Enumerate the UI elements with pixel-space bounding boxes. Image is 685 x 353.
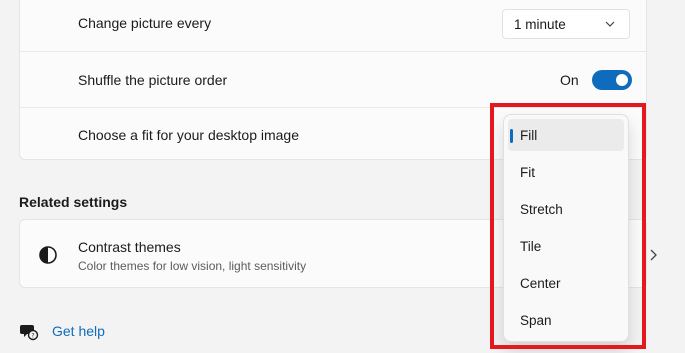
fit-option-label: Stretch (520, 202, 563, 217)
change-picture-row: Change picture every 1 minute (20, 0, 646, 51)
fit-option-label: Span (520, 313, 552, 328)
fit-option-fit[interactable]: Fit (508, 156, 624, 188)
change-picture-dropdown[interactable]: 1 minute (502, 9, 630, 39)
chevron-right-icon (650, 249, 657, 261)
fit-dropdown-flyout: Fill Fit Stretch Tile Center Span (503, 114, 629, 342)
fit-option-label: Fill (520, 128, 538, 143)
selection-indicator (510, 129, 513, 143)
contrast-themes-title: Contrast themes (78, 239, 181, 255)
fit-option-label: Fit (520, 165, 535, 180)
get-help-link[interactable]: Get help (52, 323, 105, 339)
shuffle-label: Shuffle the picture order (78, 72, 228, 88)
contrast-themes-subtitle: Color themes for low vision, light sensi… (78, 259, 307, 273)
fit-option-center[interactable]: Center (508, 267, 624, 299)
change-picture-label: Change picture every (78, 15, 212, 31)
fit-option-tile[interactable]: Tile (508, 230, 624, 262)
fit-option-label: Center (520, 276, 561, 291)
contrast-icon (39, 246, 57, 264)
fit-option-label: Tile (520, 239, 542, 254)
related-settings-heading: Related settings (19, 194, 128, 210)
toggle-knob (616, 74, 628, 86)
chevron-down-icon (605, 21, 615, 27)
shuffle-toggle[interactable] (592, 70, 632, 90)
fit-option-stretch[interactable]: Stretch (508, 193, 624, 225)
shuffle-state-text: On (560, 72, 579, 88)
svg-text:?: ? (31, 333, 34, 340)
change-picture-value: 1 minute (514, 17, 566, 32)
fit-option-fill[interactable]: Fill (508, 119, 624, 151)
shuffle-row: Shuffle the picture order On (20, 51, 646, 108)
help-icon: ? (20, 325, 39, 341)
fit-label: Choose a fit for your desktop image (78, 127, 300, 143)
fit-option-span[interactable]: Span (508, 304, 624, 336)
